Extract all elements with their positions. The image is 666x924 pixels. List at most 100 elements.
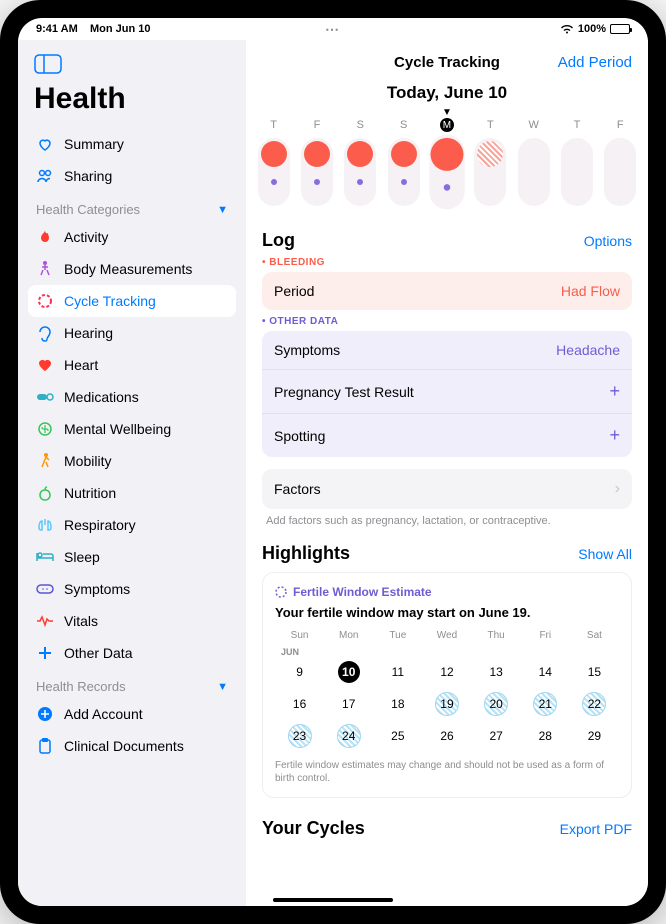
calendar-cell[interactable]: 26 xyxy=(422,723,471,749)
export-pdf-button[interactable]: Export PDF xyxy=(560,821,632,837)
sidebar-item-sharing[interactable]: Sharing xyxy=(28,160,236,192)
sidebar-item-nutrition[interactable]: Nutrition xyxy=(28,477,236,509)
calendar-cell[interactable]: 17 xyxy=(324,691,373,717)
calendar-cell[interactable]: 23 xyxy=(275,723,324,749)
sidebar-item-hearing[interactable]: Hearing xyxy=(28,317,236,349)
fertile-window-note: Fertile window estimates may change and … xyxy=(275,759,619,785)
calendar-cell[interactable]: 22 xyxy=(570,691,619,717)
walk-icon xyxy=(36,452,54,470)
period-row-value: Had Flow xyxy=(561,283,620,299)
sidebar-item-vitals[interactable]: Vitals xyxy=(28,605,236,637)
day-column[interactable]: T xyxy=(254,118,293,206)
sidebar-item-label: Hearing xyxy=(64,325,113,341)
sidebar-item-heart[interactable]: Heart xyxy=(28,349,236,381)
calendar-day-header: Fri xyxy=(521,630,570,641)
sidebar-item-respiratory[interactable]: Respiratory xyxy=(28,509,236,541)
sidebar-item-label: Respiratory xyxy=(64,517,136,533)
highlights-section: Highlights Show All Fertile Window Estim… xyxy=(246,531,648,802)
fertile-window-card[interactable]: Fertile Window Estimate Your fertile win… xyxy=(262,572,632,798)
other-data-label: • OTHER DATA xyxy=(262,316,632,327)
main-content: Cycle Tracking Add Period Today, June 10… xyxy=(246,40,648,906)
day-column[interactable]: T xyxy=(557,118,596,206)
day-pill xyxy=(301,138,333,206)
calendar-cell[interactable]: 24 xyxy=(324,723,373,749)
show-all-button[interactable]: Show All xyxy=(578,546,632,562)
calendar-cell[interactable]: 10 xyxy=(324,659,373,685)
sidebar-item-body-measurements[interactable]: Body Measurements xyxy=(28,253,236,285)
calendar-cell[interactable]: 15 xyxy=(570,659,619,685)
topbar: Cycle Tracking Add Period xyxy=(246,40,648,75)
brain-icon xyxy=(36,420,54,438)
calendar-cell[interactable]: 9 xyxy=(275,659,324,685)
period-dot-icon xyxy=(391,141,417,167)
sidebar-item-add-account[interactable]: Add Account xyxy=(28,698,236,730)
day-label: F xyxy=(617,118,624,132)
day-pill xyxy=(258,138,290,206)
day-column[interactable]: F xyxy=(601,118,640,206)
calendar-cell[interactable]: 21 xyxy=(521,691,570,717)
sidebar-item-summary[interactable]: Summary xyxy=(28,128,236,160)
calendar-cell[interactable]: 14 xyxy=(521,659,570,685)
spotting-row[interactable]: Spotting + xyxy=(262,413,632,457)
calendar-cell[interactable]: 29 xyxy=(570,723,619,749)
day-column[interactable]: T xyxy=(471,118,510,206)
factors-card[interactable]: Factors › xyxy=(262,469,632,509)
sidebar-item-mobility[interactable]: Mobility xyxy=(28,445,236,477)
calendar-cell[interactable]: 27 xyxy=(472,723,521,749)
cycle-icon xyxy=(275,586,287,598)
calendar-cell[interactable]: 11 xyxy=(373,659,422,685)
symptoms-row[interactable]: Symptoms Headache xyxy=(262,331,632,369)
home-indicator[interactable] xyxy=(273,898,393,902)
sidebar-item-mental-wellbeing[interactable]: Mental Wellbeing xyxy=(28,413,236,445)
fertile-window-message: Your fertile window may start on June 19… xyxy=(275,605,619,620)
battery-pct: 100% xyxy=(578,23,606,35)
sidebar-section-categories[interactable]: Health Categories ▼ xyxy=(28,192,236,221)
sidebar-item-clinical-documents[interactable]: Clinical Documents xyxy=(28,730,236,762)
logged-data-dot-icon xyxy=(314,179,320,185)
sidebar-item-medications[interactable]: Medications xyxy=(28,381,236,413)
bed-icon xyxy=(36,548,54,566)
status-bar: 9:41 AM Mon Jun 10 ⋯ 100% xyxy=(18,18,648,40)
log-options-button[interactable]: Options xyxy=(584,233,632,249)
sidebar-item-label: Vitals xyxy=(64,613,98,629)
calendar-cell[interactable]: 19 xyxy=(422,691,471,717)
calendar-cell[interactable]: 25 xyxy=(373,723,422,749)
waveform-icon xyxy=(36,612,54,630)
bleeding-label: • BLEEDING xyxy=(262,257,632,268)
sidebar: Health SummarySharing Health Categories … xyxy=(18,40,246,906)
sidebar-toggle-icon[interactable] xyxy=(34,54,62,74)
day-column[interactable]: S xyxy=(341,118,380,206)
calendar-cell[interactable]: 28 xyxy=(521,723,570,749)
sidebar-item-label: Sharing xyxy=(64,168,112,184)
add-period-button[interactable]: Add Period xyxy=(558,54,632,71)
sidebar-section-records[interactable]: Health Records ▼ xyxy=(28,669,236,698)
sidebar-item-label: Mental Wellbeing xyxy=(64,421,171,437)
day-label: S xyxy=(357,118,364,132)
day-column[interactable]: M xyxy=(427,118,466,206)
sidebar-item-label: Body Measurements xyxy=(64,261,192,277)
sidebar-item-sleep[interactable]: Sleep xyxy=(28,541,236,573)
calendar-day-header: Tue xyxy=(373,630,422,641)
factors-hint: Add factors such as pregnancy, lactation… xyxy=(266,515,628,527)
calendar-cell[interactable]: 12 xyxy=(422,659,471,685)
calendar-cell[interactable]: 18 xyxy=(373,691,422,717)
calendar-day-header: Mon xyxy=(324,630,373,641)
calendar-cell[interactable]: 13 xyxy=(472,659,521,685)
status-time: 9:41 AM xyxy=(36,23,78,35)
day-strip[interactable]: TFSSMTWTF xyxy=(246,118,648,218)
calendar-cell[interactable]: 20 xyxy=(472,691,521,717)
day-label: W xyxy=(528,118,538,132)
period-card[interactable]: Period Had Flow xyxy=(262,272,632,310)
sidebar-item-cycle-tracking[interactable]: Cycle Tracking xyxy=(28,285,236,317)
calendar-cell[interactable]: 16 xyxy=(275,691,324,717)
sidebar-item-other-data[interactable]: Other Data xyxy=(28,637,236,669)
pregnancy-test-row[interactable]: Pregnancy Test Result + xyxy=(262,369,632,413)
day-column[interactable]: W xyxy=(514,118,553,206)
sidebar-item-activity[interactable]: Activity xyxy=(28,221,236,253)
sidebar-item-symptoms[interactable]: Symptoms xyxy=(28,573,236,605)
period-dot-icon xyxy=(304,141,330,167)
day-column[interactable]: S xyxy=(384,118,423,206)
day-column[interactable]: F xyxy=(297,118,336,206)
wifi-icon xyxy=(560,24,574,34)
highlights-title: Highlights xyxy=(262,543,350,564)
